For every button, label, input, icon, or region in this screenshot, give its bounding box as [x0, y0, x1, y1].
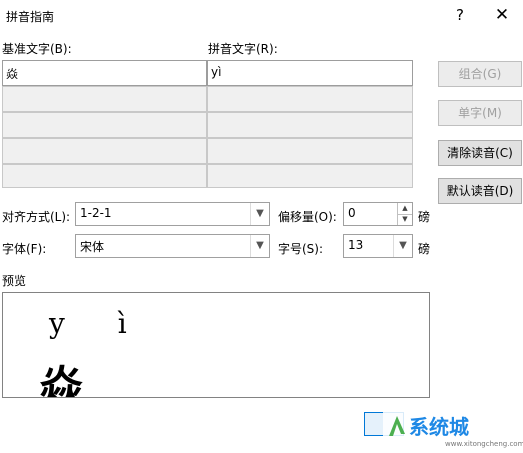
default-reading-button[interactable]: 默认读音(D): [438, 178, 522, 204]
watermark-logo-icon: 系统城 www.xitongcheng.com: [383, 404, 523, 450]
offset-spinner[interactable]: 0 ▲ ▼: [343, 202, 413, 226]
ruby-text-value: yì: [211, 65, 222, 79]
offset-label: 偏移量(O):: [278, 210, 337, 224]
clear-reading-button[interactable]: 清除读音(C): [438, 140, 522, 166]
watermark-text: 系统城: [409, 415, 469, 439]
font-value: 宋体: [80, 240, 105, 254]
preview-base-char: 焱: [39, 362, 83, 398]
font-select[interactable]: 宋体 ▼: [75, 234, 270, 258]
ruby-text-cell-1[interactable]: yì: [207, 60, 413, 86]
base-text-header: 基准文字(B):: [2, 42, 72, 56]
chevron-down-icon: ▼: [250, 235, 269, 257]
size-label: 字号(S):: [278, 242, 324, 256]
chevron-down-icon: ▼: [393, 235, 412, 257]
alignment-label: 对齐方式(L):: [2, 210, 71, 224]
spin-down-icon[interactable]: ▼: [397, 214, 412, 225]
ruby-text-cell-5[interactable]: [207, 164, 413, 188]
ruby-text-cell-4[interactable]: [207, 138, 413, 164]
ruby-text-header: 拼音文字(R):: [208, 42, 278, 56]
preview-box: y ì 焱: [2, 292, 430, 398]
alignment-select[interactable]: 1-2-1 ▼: [75, 202, 270, 226]
font-label: 字体(F):: [2, 242, 47, 256]
alignment-value: 1-2-1: [80, 206, 112, 220]
size-unit: 磅: [418, 242, 431, 256]
base-text-cell-2[interactable]: [2, 86, 207, 112]
size-value: 13: [348, 238, 364, 252]
size-select[interactable]: 13 ▼: [343, 234, 413, 258]
base-text-value: 焱: [6, 67, 19, 81]
base-text-cell-5[interactable]: [2, 164, 207, 188]
offset-unit: 磅: [418, 210, 431, 224]
ruby-text-cell-3[interactable]: [207, 112, 413, 138]
close-button[interactable]: ✕: [490, 4, 514, 26]
base-text-cell-3[interactable]: [2, 112, 207, 138]
site-watermark: 系统城 www.xitongcheng.com: [383, 404, 523, 450]
help-button[interactable]: ?: [448, 4, 472, 26]
single-char-button[interactable]: 单字(M): [438, 100, 522, 126]
base-text-cell-4[interactable]: [2, 138, 207, 164]
preview-pinyin: y ì: [49, 307, 149, 340]
offset-value: 0: [348, 206, 356, 220]
watermark-url: www.xitongcheng.com: [445, 440, 523, 448]
base-text-cell-1[interactable]: 焱: [2, 60, 207, 86]
combine-button[interactable]: 组合(G): [438, 61, 522, 87]
ruby-text-cell-2[interactable]: [207, 86, 413, 112]
chevron-down-icon: ▼: [250, 203, 269, 225]
preview-label: 预览: [2, 274, 27, 288]
dialog-title: 拼音指南: [6, 10, 55, 24]
